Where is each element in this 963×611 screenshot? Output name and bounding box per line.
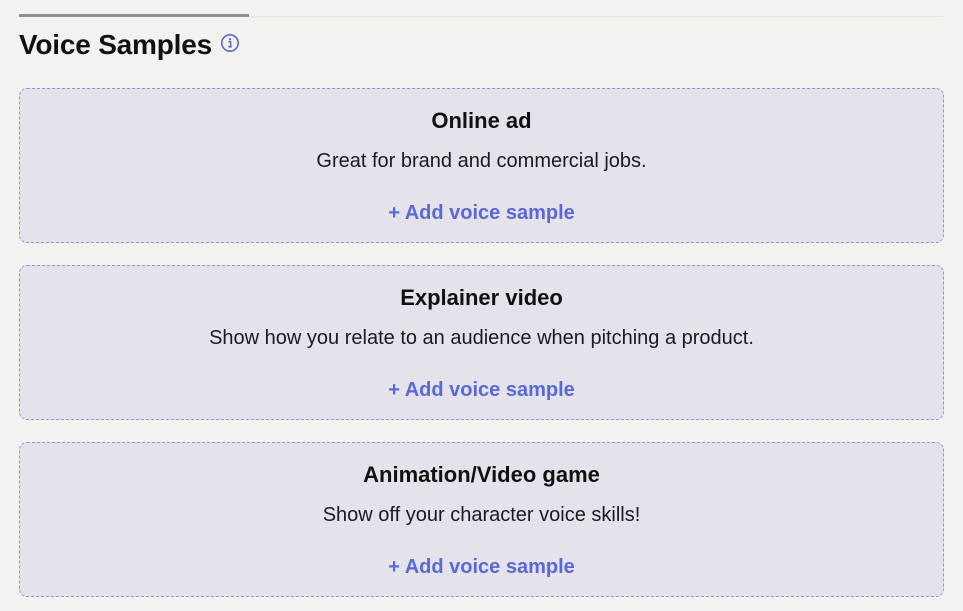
voice-sample-card-online-ad: Online ad Great for brand and commercial… [19, 88, 944, 243]
voice-sample-card-explainer-video: Explainer video Show how you relate to a… [19, 265, 944, 420]
card-title: Explainer video [400, 285, 563, 310]
card-description: Great for brand and commercial jobs. [316, 150, 647, 172]
info-icon[interactable] [220, 33, 240, 53]
voice-sample-list: Online ad Great for brand and commercial… [19, 88, 944, 597]
add-voice-sample-button[interactable]: + Add voice sample [388, 379, 575, 402]
section-header: Voice Samples [19, 26, 240, 64]
section-title: Voice Samples [19, 29, 212, 60]
card-description: Show how you relate to an audience when … [209, 327, 754, 349]
add-voice-sample-button[interactable]: + Add voice sample [388, 556, 575, 579]
voice-sample-card-animation-video-game: Animation/Video game Show off your chara… [19, 442, 944, 597]
card-description: Show off your character voice skills! [322, 504, 641, 526]
add-voice-sample-button[interactable]: + Add voice sample [388, 202, 575, 225]
card-title: Online ad [431, 108, 532, 133]
card-title: Animation/Video game [363, 462, 600, 487]
active-tab-indicator [19, 14, 249, 17]
